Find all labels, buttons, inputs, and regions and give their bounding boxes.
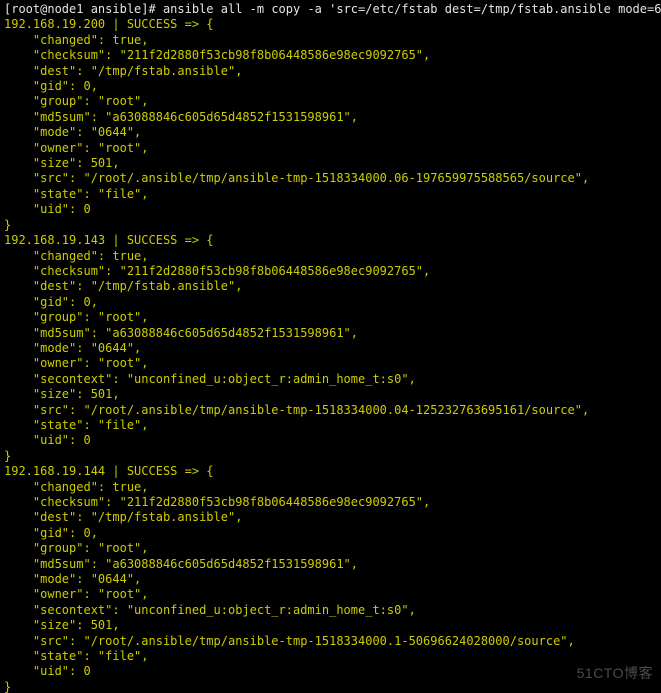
- json-field: "uid": 0: [4, 433, 657, 448]
- json-field: "owner": "root",: [4, 587, 657, 602]
- json-field: "state": "file",: [4, 649, 657, 664]
- json-field: "changed": true,: [4, 249, 657, 264]
- terminal[interactable]: [root@node1 ansible]# ansible all -m cop…: [0, 0, 661, 693]
- json-field: "changed": true,: [4, 33, 657, 48]
- json-field: "state": "file",: [4, 187, 657, 202]
- json-field: "dest": "/tmp/fstab.ansible",: [4, 510, 657, 525]
- json-field: "secontext": "unconfined_u:object_r:admi…: [4, 372, 657, 387]
- json-field: "src": "/root/.ansible/tmp/ansible-tmp-1…: [4, 634, 657, 649]
- watermark: 51CTO博客: [577, 663, 653, 683]
- json-close: }: [4, 449, 657, 464]
- json-field: "owner": "root",: [4, 141, 657, 156]
- json-field: "mode": "0644",: [4, 572, 657, 587]
- host-header: 192.168.19.143 | SUCCESS => {: [4, 233, 657, 248]
- json-field: "src": "/root/.ansible/tmp/ansible-tmp-1…: [4, 403, 657, 418]
- json-field: "gid": 0,: [4, 79, 657, 94]
- json-field: "size": 501,: [4, 156, 657, 171]
- json-field: "size": 501,: [4, 387, 657, 402]
- json-field: "owner": "root",: [4, 356, 657, 371]
- json-field: "mode": "0644",: [4, 125, 657, 140]
- json-field: "size": 501,: [4, 618, 657, 633]
- json-field: "state": "file",: [4, 418, 657, 433]
- json-field: "gid": 0,: [4, 295, 657, 310]
- host-header: 192.168.19.200 | SUCCESS => {: [4, 17, 657, 32]
- json-field: "dest": "/tmp/fstab.ansible",: [4, 64, 657, 79]
- json-field: "uid": 0: [4, 664, 657, 679]
- json-field: "md5sum": "a63088846c605d65d4852f1531598…: [4, 557, 657, 572]
- shell-prompt: [root@node1 ansible]#: [4, 2, 163, 16]
- json-field: "mode": "0644",: [4, 341, 657, 356]
- json-close: }: [4, 218, 657, 233]
- json-field: "checksum": "211f2d2880f53cb98f8b0644858…: [4, 495, 657, 510]
- json-field: "uid": 0: [4, 202, 657, 217]
- json-field: "secontext": "unconfined_u:object_r:admi…: [4, 603, 657, 618]
- json-field: "checksum": "211f2d2880f53cb98f8b0644858…: [4, 48, 657, 63]
- json-field: "group": "root",: [4, 94, 657, 109]
- json-close: }: [4, 680, 657, 693]
- host-header: 192.168.19.144 | SUCCESS => {: [4, 464, 657, 479]
- json-field: "md5sum": "a63088846c605d65d4852f1531598…: [4, 110, 657, 125]
- json-field: "group": "root",: [4, 310, 657, 325]
- json-field: "changed": true,: [4, 480, 657, 495]
- json-field: "md5sum": "a63088846c605d65d4852f1531598…: [4, 326, 657, 341]
- command-text: ansible all -m copy -a 'src=/etc/fstab d…: [163, 2, 661, 16]
- json-field: "src": "/root/.ansible/tmp/ansible-tmp-1…: [4, 171, 657, 186]
- json-field: "group": "root",: [4, 541, 657, 556]
- json-field: "gid": 0,: [4, 526, 657, 541]
- json-field: "dest": "/tmp/fstab.ansible",: [4, 279, 657, 294]
- command-line: [root@node1 ansible]# ansible all -m cop…: [4, 2, 657, 17]
- json-field: "checksum": "211f2d2880f53cb98f8b0644858…: [4, 264, 657, 279]
